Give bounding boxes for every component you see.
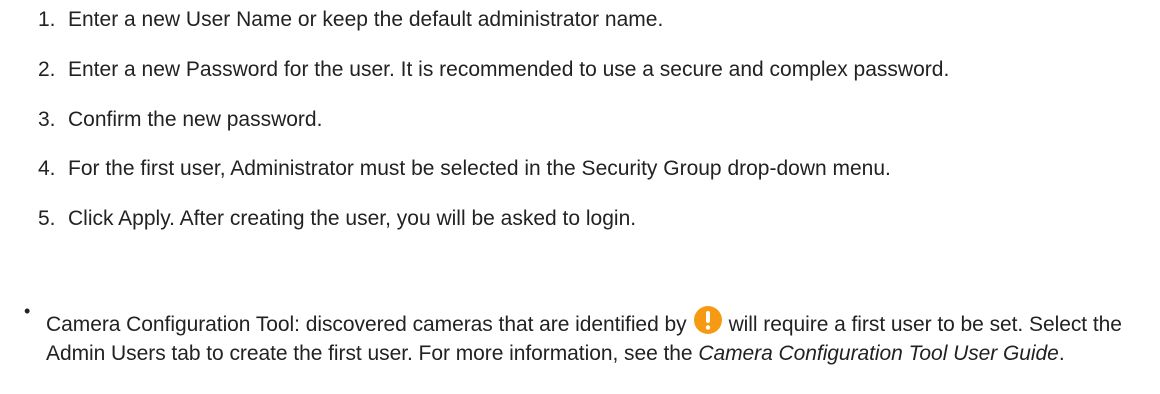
step-item-1: 1. Enter a new User Name or keep the def… (36, 5, 1136, 35)
step-number: 1. (38, 8, 56, 31)
step-number: 5. (38, 207, 56, 231)
step-number: 2. (38, 57, 56, 81)
step-item-3: 3. Confirm the new password. (36, 105, 1136, 135)
warning-icon (693, 306, 722, 334)
bullet-point: • (24, 301, 31, 321)
step-text: Click Apply. After creating the user, yo… (68, 207, 637, 231)
step-item-2: 2. Enter a new Password for the user. It… (36, 55, 1136, 85)
trailing-period: . (1058, 341, 1065, 365)
warning-icon-bar (705, 311, 710, 323)
camera-tool-bullet: • Camera Configuration Tool: discovered … (24, 301, 1144, 369)
step-text: Enter a new Password for the user. It is… (68, 57, 950, 81)
guide-title: Camera Configuration Tool User Guide (698, 341, 1059, 365)
step-item-4: 4. For the first user, Administrator mus… (36, 154, 1136, 184)
step-text: Confirm the new password. (68, 107, 323, 131)
bullet-text: Camera Configuration Tool: discovered ca… (46, 305, 1144, 369)
warning-icon-dot (705, 325, 710, 330)
step-number: 3. (38, 107, 56, 131)
step-text: Enter a new User Name or keep the defaul… (68, 8, 664, 31)
numbered-steps-list: 1. Enter a new User Name or keep the def… (36, 5, 1136, 254)
bullet-text-before-icon: Camera Configuration Tool: discovered ca… (46, 313, 687, 336)
step-number: 4. (38, 157, 56, 181)
step-item-5: 5. Click Apply. After creating the user,… (36, 204, 1136, 234)
step-text: For the first user, Administrator must b… (68, 157, 891, 181)
